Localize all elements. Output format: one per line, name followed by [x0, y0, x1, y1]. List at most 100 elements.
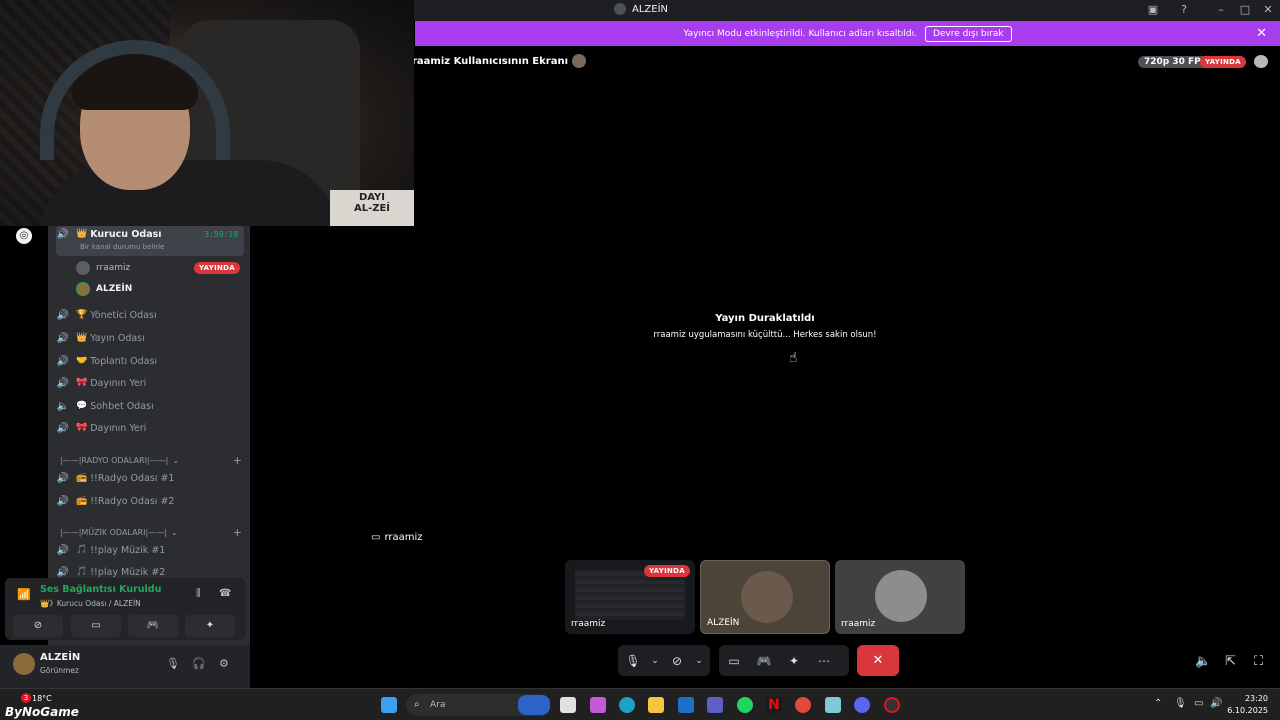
- server-logo-icon: [614, 3, 626, 15]
- discover-icon[interactable]: ◎: [16, 228, 32, 244]
- channel-active[interactable]: 🔊 👑 Kurucu Odası 3:59:19 Bir kanal durum…: [56, 226, 244, 256]
- camera-off-button[interactable]: ⊘: [13, 615, 63, 637]
- member-alzein[interactable]: ALZEİN: [76, 280, 240, 298]
- banner-close-icon[interactable]: ✕: [1256, 26, 1267, 41]
- screen-share-icon[interactable]: ▭: [719, 654, 749, 668]
- speaker-icon: 🔊: [56, 377, 70, 389]
- webcam-body: [40, 160, 340, 226]
- outlook-icon[interactable]: [678, 697, 694, 713]
- start-icon[interactable]: [381, 697, 397, 713]
- stream-preview: [575, 570, 685, 620]
- speaker-tray-icon[interactable]: 🔊: [1210, 698, 1222, 709]
- soundboard-button[interactable]: ✦: [185, 615, 235, 637]
- channel-item[interactable]: 🔊 📻 !!Radyo Odası #1: [56, 468, 244, 488]
- fullscreen-icon[interactable]: ⛶: [1254, 654, 1263, 669]
- volume-icon[interactable]: 🔈: [1195, 654, 1211, 669]
- app-icon[interactable]: [884, 697, 900, 713]
- maximize-button[interactable]: □: [1238, 3, 1252, 17]
- edge-icon[interactable]: [619, 697, 635, 713]
- search-placeholder: Ara: [430, 700, 446, 710]
- chrome-icon[interactable]: [795, 697, 811, 713]
- more-icon[interactable]: ⋯: [809, 654, 839, 668]
- camera-off-icon[interactable]: ⊘: [662, 654, 692, 668]
- weather-widget[interactable]: 18°C: [32, 694, 52, 703]
- add-channel-icon[interactable]: +: [233, 454, 242, 467]
- spotify-icon[interactable]: [737, 697, 753, 713]
- noise-suppression-icon[interactable]: ⫼: [196, 588, 201, 599]
- channel-status[interactable]: Bir kanal durumu belirle: [80, 243, 164, 251]
- avatar: [76, 282, 90, 296]
- member-name: rraamiz: [96, 263, 131, 273]
- live-badge: YAYINDA: [193, 262, 240, 274]
- search-icon: ⌕: [414, 699, 420, 710]
- channel-emoji: 🎀: [76, 423, 88, 433]
- display-icon[interactable]: ▭: [1194, 698, 1203, 709]
- app-icon[interactable]: [825, 697, 841, 713]
- add-channel-icon[interactable]: +: [233, 526, 242, 539]
- microphone-icon[interactable]: 🎙: [618, 654, 648, 668]
- channel-name: Dayının Yeri: [90, 377, 147, 389]
- live-badge: YAYINDA: [643, 565, 690, 577]
- screen-share-button[interactable]: ▭: [71, 615, 121, 637]
- copilot-icon[interactable]: [590, 697, 606, 713]
- channel-emoji: 🎀: [76, 378, 88, 388]
- discord-icon[interactable]: [854, 697, 870, 713]
- clock-time: 23:20: [1244, 694, 1268, 703]
- channel-item[interactable]: 🔊 🎵 !!play Müzik #1: [56, 540, 244, 560]
- teams-icon[interactable]: [707, 697, 723, 713]
- disable-streamer-mode-button[interactable]: Devre dışı bırak: [924, 25, 1012, 42]
- avatar[interactable]: [13, 653, 35, 675]
- channel-name: Yayın Odası: [90, 332, 145, 344]
- channel-item[interactable]: 🔊 👑 Yayın Odası: [56, 328, 244, 348]
- netflix-icon[interactable]: N: [766, 697, 782, 713]
- channel-item[interactable]: 🔈 💬 Sohbet Odası: [56, 396, 244, 416]
- voice-location[interactable]: 👑》Kurucu Odası / ALZEİN: [40, 598, 141, 609]
- pop-out-icon[interactable]: ⇱: [1225, 654, 1236, 669]
- headphones-icon[interactable]: 🎧: [192, 657, 206, 670]
- microphone-tray-icon[interactable]: 🎙: [1174, 698, 1187, 709]
- mic-camera-controls: 🎙 ⌄ ⊘ ⌄: [618, 645, 710, 676]
- member-rraamiz[interactable]: rraamiz YAYINDA: [76, 259, 240, 277]
- channel-emoji: 📻: [76, 496, 88, 506]
- task-view-icon[interactable]: [560, 697, 576, 713]
- channel-item[interactable]: 🔊 🏆 Yönetici Odası: [56, 305, 244, 325]
- participant-tile[interactable]: rraamiz: [835, 560, 965, 634]
- clock[interactable]: 23:20 6.10.2025: [1227, 693, 1268, 717]
- chevron-down-icon[interactable]: ⌄: [648, 656, 662, 666]
- activity-icon[interactable]: 🎮: [749, 654, 779, 668]
- close-window-button[interactable]: ✕: [1261, 3, 1275, 17]
- participant-tile[interactable]: YAYINDA rraamiz: [565, 560, 695, 634]
- gear-icon[interactable]: ⚙: [219, 657, 229, 670]
- chat-bubble-icon[interactable]: [1254, 55, 1268, 68]
- soundboard-icon[interactable]: ✦: [779, 654, 809, 668]
- minimize-button[interactable]: –: [1214, 3, 1228, 17]
- voice-state[interactable]: Ses Bağlantısı Kuruldu: [40, 584, 161, 595]
- inbox-icon[interactable]: ▣: [1146, 3, 1160, 17]
- channel-item[interactable]: 🔊 📻 !!Radyo Odası #2: [56, 491, 244, 511]
- stage-title-text: raamiz Kullanıcısının Ekranı: [412, 55, 569, 67]
- disconnect-icon[interactable]: ☎: [219, 588, 231, 599]
- channel-item[interactable]: 🔊 🤝 Toplantı Odası: [56, 351, 244, 371]
- help-icon[interactable]: ?: [1177, 3, 1191, 17]
- chevron-down-icon[interactable]: ⌄: [692, 656, 706, 666]
- end-call-button[interactable]: ✕: [857, 645, 899, 676]
- speaker-icon: 🔊: [56, 332, 70, 344]
- channel-item[interactable]: 🔊 🎀 Dayının Yeri: [56, 418, 244, 438]
- signal-icon: 📶: [17, 588, 31, 601]
- channel-item[interactable]: 🔊 🎀 Dayının Yeri: [56, 373, 244, 393]
- file-explorer-icon[interactable]: [648, 697, 664, 713]
- channel-name: Toplantı Odası: [90, 355, 158, 367]
- activity-button[interactable]: 🎮: [128, 615, 178, 637]
- screen-icon: ▭: [371, 532, 381, 543]
- speaker-icon: 🔊: [56, 422, 70, 434]
- tray-chevron-icon[interactable]: ⌃: [1154, 698, 1162, 709]
- microphone-icon[interactable]: 🎙: [166, 657, 180, 670]
- search-highlight-icon[interactable]: [518, 695, 550, 715]
- windows-taskbar: 3 18°C ByNoGame ⌕ Ara N ⌃ 🎙 ▭ 🔊 23:20 6.…: [0, 688, 1280, 720]
- speaker-icon: 🔊: [56, 472, 70, 484]
- category-label: |——|MÜZİK ODALARI|——|: [60, 528, 167, 537]
- channel-name: !!play Müzik #2: [90, 566, 166, 578]
- category-radio[interactable]: |——|RADYO ODALARI|——| ⌄ +: [60, 454, 242, 467]
- participant-tile[interactable]: ALZEİN: [700, 560, 830, 634]
- category-music[interactable]: |——|MÜZİK ODALARI|——| ⌄ +: [60, 526, 242, 539]
